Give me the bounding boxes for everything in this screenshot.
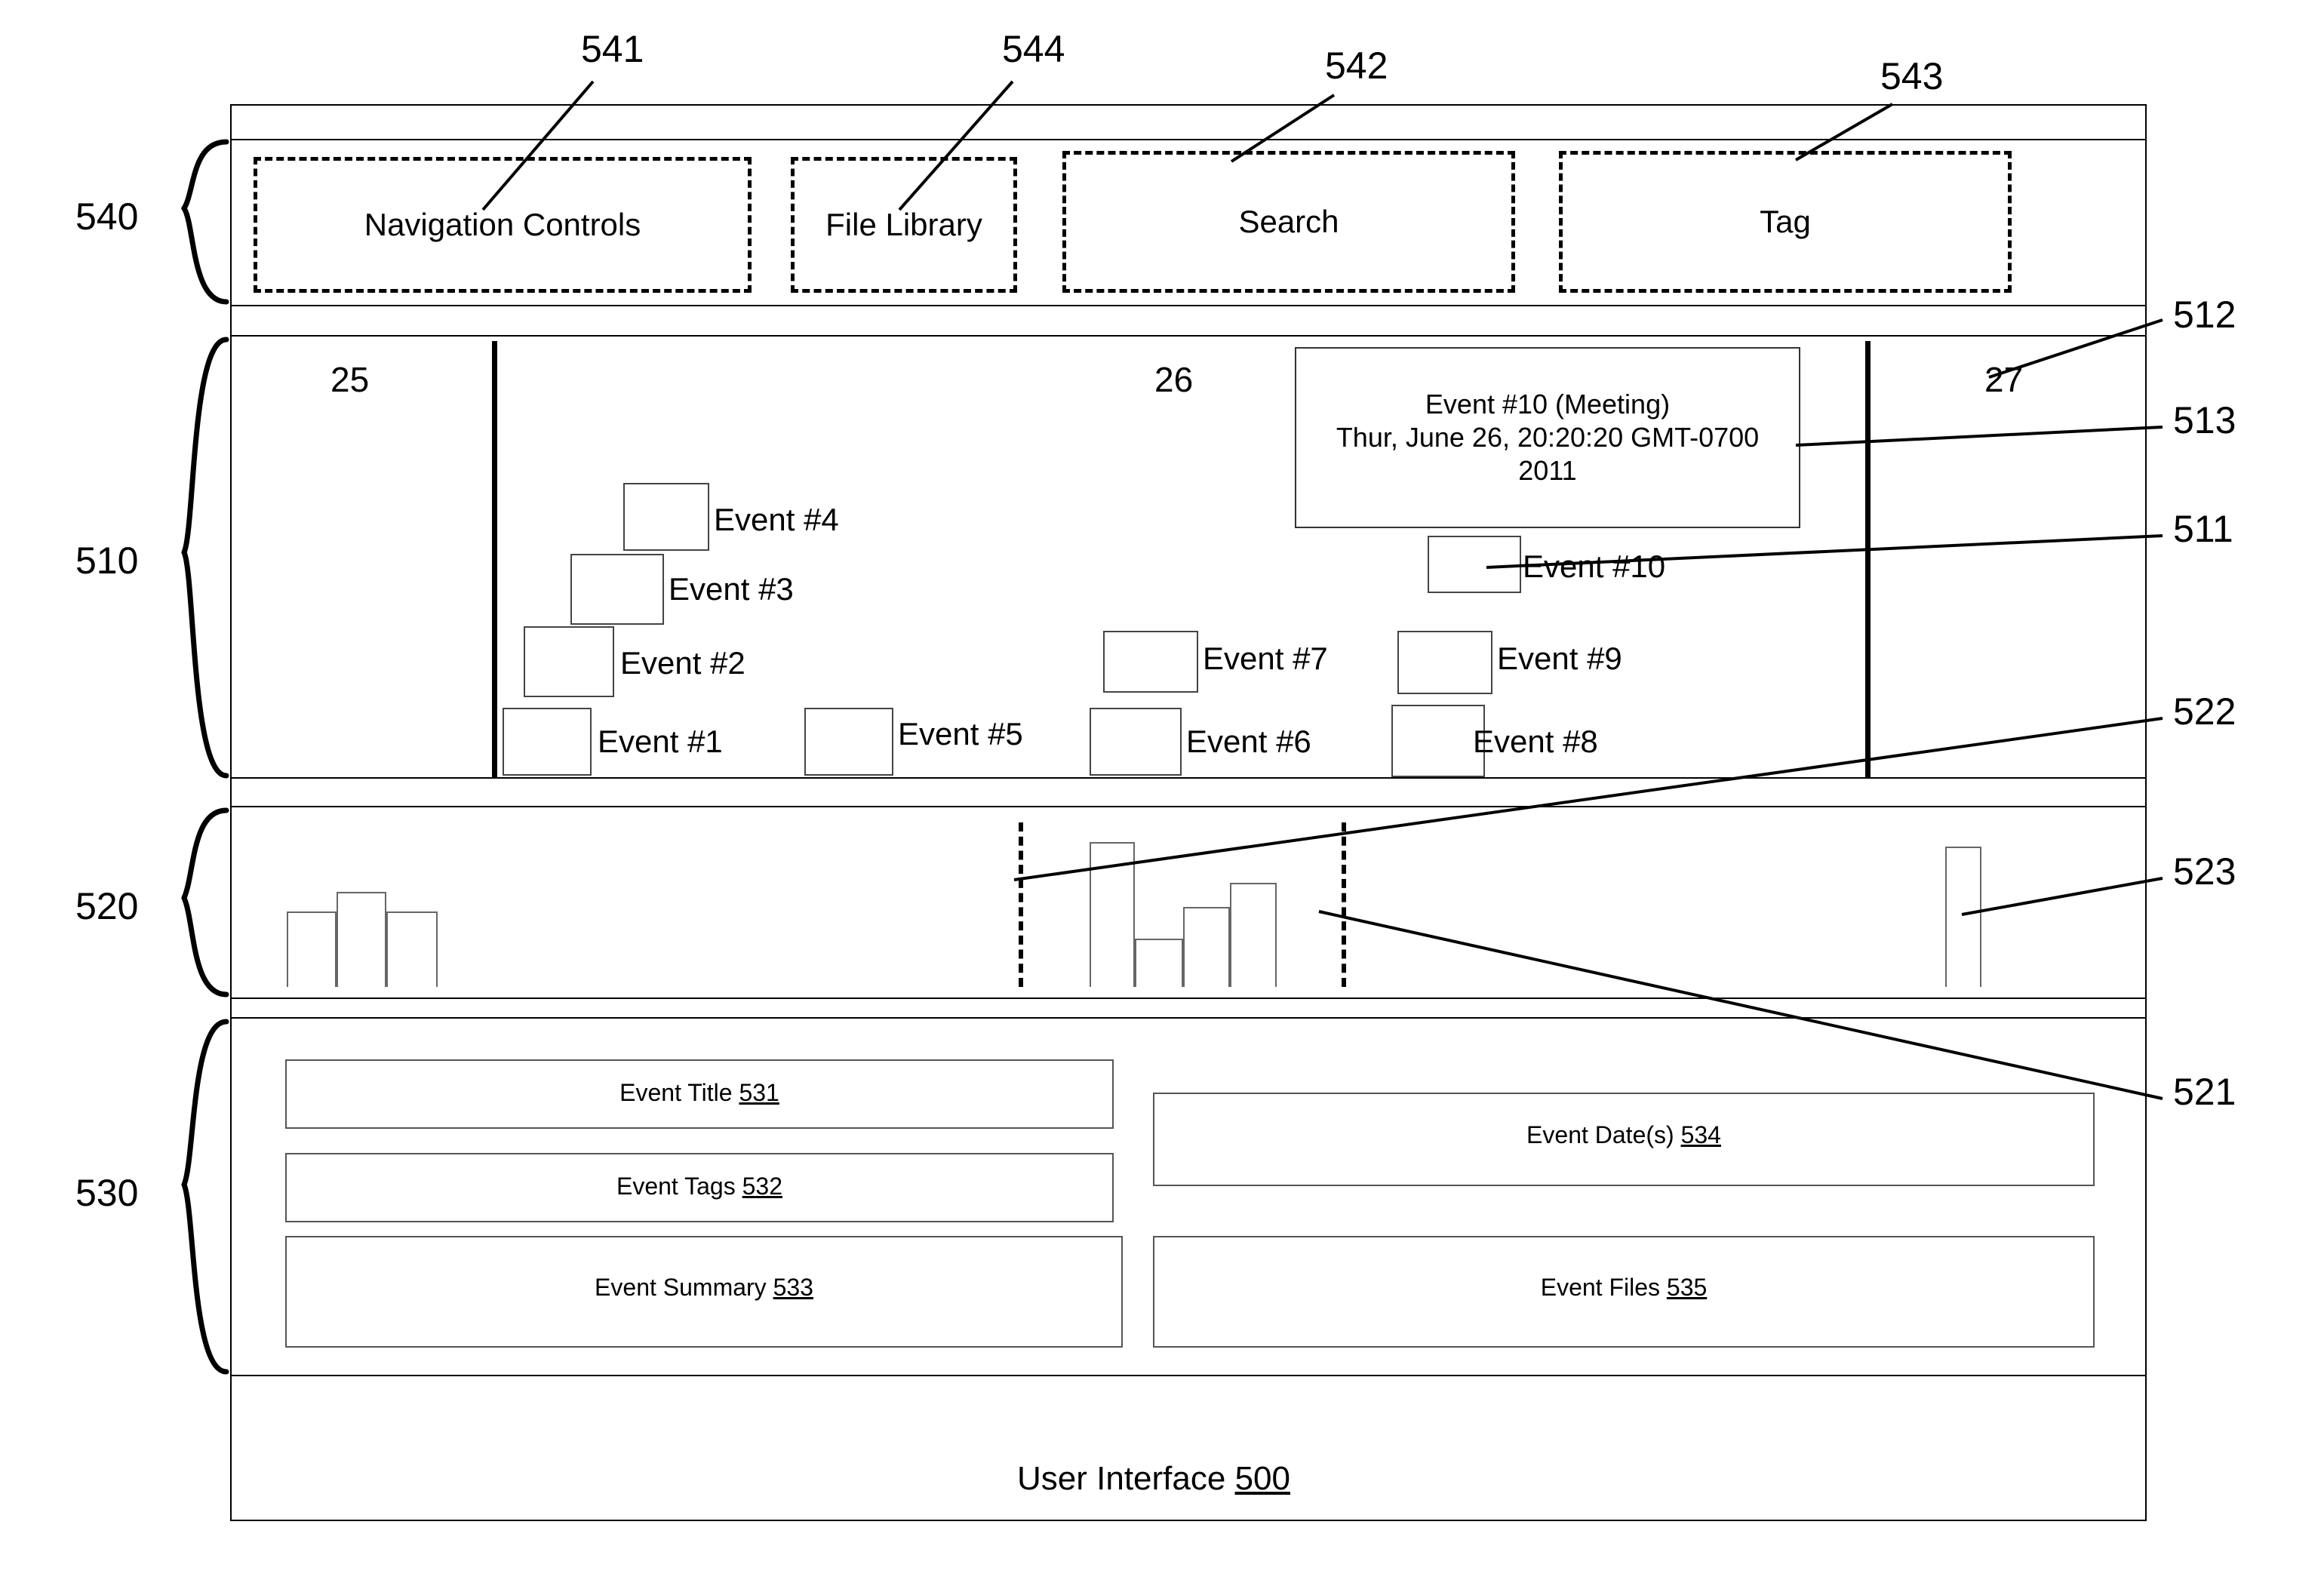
separator-detail-bottom <box>232 1375 2145 1376</box>
field-event-dates[interactable]: Event Date(s) 534 <box>1153 1093 2095 1186</box>
event-marker-6[interactable] <box>1090 708 1182 776</box>
figure-caption: User Interface 500 <box>1017 1460 1290 1497</box>
brace-520 <box>181 807 229 997</box>
histogram-bar[interactable] <box>337 892 386 987</box>
event-marker-4[interactable] <box>623 483 709 551</box>
separator-toolbar-bottom <box>232 305 2145 306</box>
field-event-dates-label: Event Date(s) 534 <box>1526 1121 1721 1148</box>
figure-canvas: Navigation Controls File Library Search … <box>0 0 2324 1580</box>
histogram-bar[interactable] <box>386 911 438 987</box>
ref-523: 523 <box>2173 850 2236 893</box>
event-label-4: Event #4 <box>714 502 839 537</box>
field-event-files-ref: 535 <box>1666 1274 1708 1301</box>
day-label-26: 26 <box>1154 360 1194 399</box>
separator-timeline-top <box>232 335 2145 337</box>
field-event-tags-ref: 532 <box>742 1173 782 1200</box>
ref-522: 522 <box>2173 690 2236 733</box>
separator-timeline-bottom <box>232 777 2145 779</box>
histogram-bar[interactable] <box>1135 939 1183 987</box>
field-event-title[interactable]: Event Title 531 <box>285 1059 1114 1129</box>
histogram-bar[interactable] <box>1945 847 1981 987</box>
event-tooltip-title: Event #10 (Meeting) <box>1425 389 1671 420</box>
separator-top <box>232 139 2145 140</box>
ref-513: 513 <box>2173 399 2236 441</box>
selection-window-left-handle[interactable] <box>1019 822 1023 987</box>
toolbar-navigation-controls[interactable]: Navigation Controls <box>254 157 752 293</box>
brace-510 <box>181 337 229 779</box>
separator-detail-top <box>232 1017 2145 1019</box>
event-label-8: Event #8 <box>1473 724 1598 759</box>
event-label-1: Event #1 <box>598 724 723 759</box>
ref-510: 510 <box>75 539 139 582</box>
ref-520: 520 <box>75 885 139 927</box>
toolbar-file-library-label: File Library <box>825 207 982 242</box>
ref-544: 544 <box>1002 28 1065 70</box>
separator-overview-bottom <box>232 997 2145 999</box>
field-event-summary-label: Event Summary 533 <box>595 1274 813 1301</box>
histogram-bar[interactable] <box>1230 883 1277 987</box>
event-label-6: Event #6 <box>1186 724 1311 759</box>
field-event-summary[interactable]: Event Summary 533 <box>285 1236 1123 1348</box>
event-label-5: Event #5 <box>898 716 1023 752</box>
day-divider-25-26 <box>492 341 497 777</box>
day-divider-26-27 <box>1865 341 1871 777</box>
toolbar-navigation-controls-label: Navigation Controls <box>364 207 641 242</box>
ref-512: 512 <box>2173 294 2236 336</box>
ref-542: 542 <box>1325 45 1388 87</box>
day-label-27: 27 <box>1984 360 2024 399</box>
separator-overview-top <box>232 806 2145 807</box>
event-label-9: Event #9 <box>1497 641 1622 676</box>
event-marker-9[interactable] <box>1397 631 1492 694</box>
toolbar-search[interactable]: Search <box>1062 151 1515 293</box>
field-event-files[interactable]: Event Files 535 <box>1153 1236 2095 1348</box>
event-marker-3[interactable] <box>570 554 664 625</box>
field-event-files-label: Event Files 535 <box>1540 1274 1708 1301</box>
ref-530: 530 <box>75 1172 139 1214</box>
toolbar-file-library[interactable]: File Library <box>791 157 1017 293</box>
field-event-tags[interactable]: Event Tags 532 <box>285 1153 1114 1222</box>
brace-530 <box>181 1019 229 1375</box>
event-label-3: Event #3 <box>669 571 794 607</box>
event-label-7: Event #7 <box>1203 641 1328 676</box>
event-marker-2[interactable] <box>524 626 614 697</box>
event-label-2: Event #2 <box>620 645 745 681</box>
ref-521: 521 <box>2173 1071 2236 1113</box>
selection-window-right-handle[interactable] <box>1342 822 1346 987</box>
ref-540: 540 <box>75 195 139 238</box>
event-marker-7[interactable] <box>1103 631 1198 693</box>
field-event-tags-label: Event Tags 532 <box>616 1173 782 1200</box>
ref-511: 511 <box>2173 508 2233 550</box>
event-label-10: Event #10 <box>1523 549 1666 584</box>
toolbar-tag[interactable]: Tag <box>1559 151 2012 293</box>
brace-540 <box>180 139 229 305</box>
figure-caption-ref: 500 <box>1234 1460 1290 1497</box>
histogram-bar[interactable] <box>1183 907 1230 987</box>
event-marker-1[interactable] <box>503 708 592 776</box>
event-marker-5[interactable] <box>804 708 893 776</box>
histogram-bar[interactable] <box>1090 842 1135 987</box>
toolbar-tag-label: Tag <box>1760 204 1811 239</box>
event-tooltip-datetime: Thur, June 26, 20:20:20 GMT-0700 2011 <box>1336 422 1760 486</box>
field-event-dates-ref: 534 <box>1680 1121 1721 1148</box>
ref-541: 541 <box>581 28 644 70</box>
field-event-title-label: Event Title 531 <box>619 1079 779 1106</box>
toolbar-search-label: Search <box>1238 204 1339 239</box>
event-tooltip: Event #10 (Meeting) Thur, June 26, 20:20… <box>1295 347 1800 528</box>
day-label-25: 25 <box>330 360 370 399</box>
ref-543: 543 <box>1880 55 1944 97</box>
histogram-bar[interactable] <box>287 911 337 987</box>
event-marker-8[interactable] <box>1391 705 1485 777</box>
field-event-title-ref: 531 <box>739 1079 779 1106</box>
event-marker-10[interactable] <box>1428 536 1521 593</box>
field-event-summary-ref: 533 <box>773 1274 813 1301</box>
